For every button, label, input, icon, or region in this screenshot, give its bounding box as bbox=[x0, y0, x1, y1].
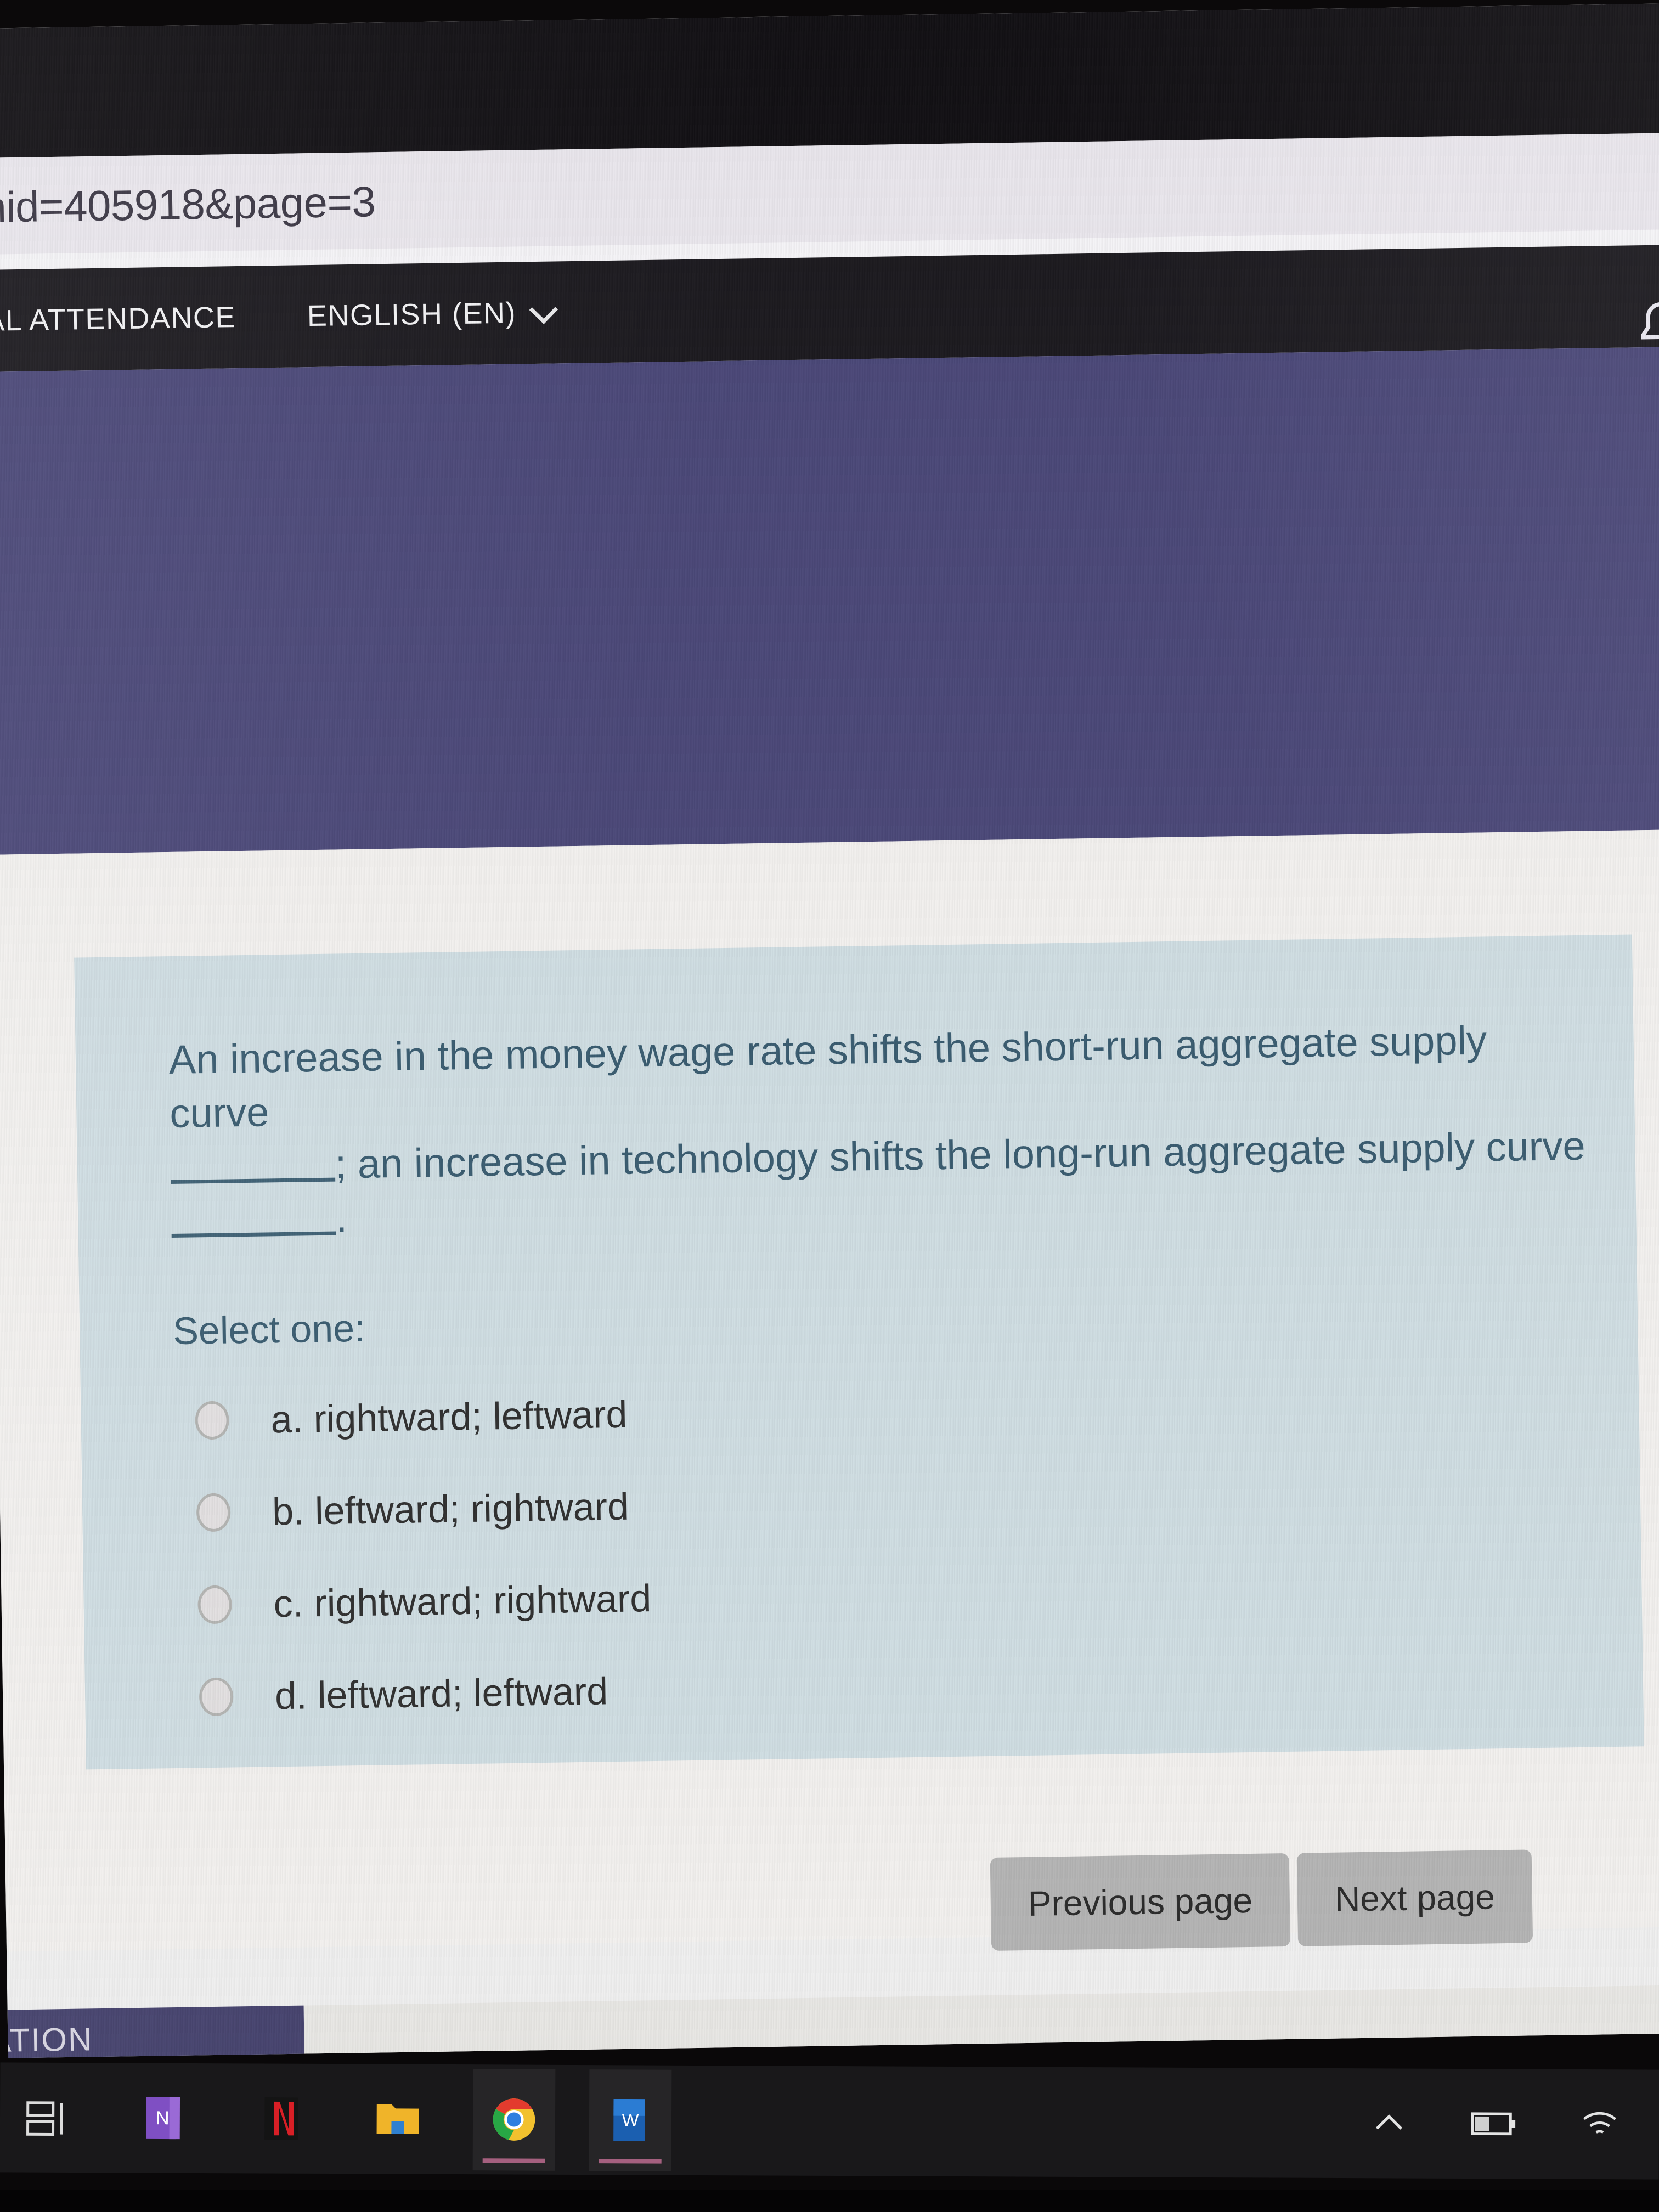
radio-button-c[interactable] bbox=[198, 1585, 233, 1624]
language-menu[interactable]: ENGLISH (EN) bbox=[307, 295, 558, 334]
next-page-button[interactable]: Next page bbox=[1296, 1849, 1533, 1946]
answer-options: a. rightward; leftward b. leftward; righ… bbox=[173, 1353, 1644, 1743]
radio-button-a[interactable] bbox=[195, 1401, 230, 1440]
taskbar-chrome-button[interactable] bbox=[472, 2068, 556, 2171]
chevron-up-icon bbox=[1375, 2114, 1402, 2130]
question-line-3: . bbox=[335, 1195, 348, 1241]
netflix-icon bbox=[264, 2097, 298, 2140]
show-hidden-icons-button[interactable] bbox=[1363, 2097, 1415, 2149]
battery-status-button[interactable] bbox=[1468, 2097, 1521, 2150]
footer-purple-strip: ATION bbox=[7, 2005, 305, 2058]
windows-taskbar: N W bbox=[0, 2062, 1659, 2180]
file-explorer-icon bbox=[376, 2104, 419, 2134]
question-card: An increase in the money wage rate shift… bbox=[74, 934, 1644, 1770]
system-tray bbox=[1363, 2097, 1659, 2151]
answer-blank-1 bbox=[171, 1177, 336, 1184]
taskbar-task-view-button[interactable] bbox=[8, 2067, 91, 2169]
course-header-banner bbox=[0, 346, 1659, 855]
previous-page-button[interactable]: Previous page bbox=[990, 1853, 1291, 1951]
radio-button-b[interactable] bbox=[196, 1493, 231, 1532]
answer-option-a-label: a. rightward; leftward bbox=[270, 1392, 628, 1441]
select-one-label: Select one: bbox=[172, 1306, 366, 1352]
taskbar-onenote-button[interactable]: N bbox=[124, 2067, 207, 2169]
chrome-icon bbox=[493, 2098, 535, 2141]
battery-icon bbox=[1471, 2112, 1516, 2136]
taskbar-file-explorer-button[interactable] bbox=[357, 2068, 439, 2170]
task-view-icon bbox=[26, 2101, 63, 2136]
network-status-button[interactable] bbox=[1573, 2098, 1626, 2151]
screen-surface: mid=405918&page=3 TAL ATTENDANCE ENGLISH… bbox=[0, 3, 1659, 2058]
wifi-icon bbox=[1583, 2112, 1617, 2134]
footer-background bbox=[303, 1984, 1659, 2058]
word-icon: W bbox=[613, 2098, 646, 2141]
taskbar-word-button[interactable]: W bbox=[589, 2069, 672, 2171]
quiz-navigation-buttons: Previous page Next page bbox=[990, 1849, 1533, 1951]
footer-label: ATION bbox=[7, 2021, 93, 2058]
answer-blank-2 bbox=[171, 1231, 336, 1238]
answer-option-c-label: c. rightward; rightward bbox=[273, 1576, 652, 1626]
monitor-bezel-bottom bbox=[0, 2190, 1659, 2212]
onenote-icon: N bbox=[146, 2097, 180, 2140]
answer-option-d-label: d. leftward; leftward bbox=[274, 1669, 608, 1717]
answer-option-b-label: b. leftward; rightward bbox=[272, 1485, 629, 1533]
taskbar-pinned-apps: N W bbox=[0, 2067, 672, 2171]
taskbar-netflix-button[interactable] bbox=[240, 2068, 323, 2170]
site-name-label[interactable]: TAL ATTENDANCE bbox=[0, 300, 236, 338]
svg-text:N: N bbox=[156, 2108, 170, 2129]
svg-text:W: W bbox=[622, 2111, 639, 2130]
language-menu-label: ENGLISH (EN) bbox=[307, 296, 517, 333]
chevron-down-icon bbox=[529, 295, 558, 324]
question-line-1: An increase in the money wage rate shift… bbox=[168, 1017, 1487, 1136]
page-content: An increase in the money wage rate shift… bbox=[0, 829, 1659, 1952]
question-text: An increase in the money wage rate shift… bbox=[168, 1012, 1593, 1248]
browser-tab-strip bbox=[0, 3, 1659, 158]
radio-button-d[interactable] bbox=[199, 1677, 234, 1717]
address-bar-text: mid=405918&page=3 bbox=[0, 177, 376, 232]
photo-of-screen: mid=405918&page=3 TAL ATTENDANCE ENGLISH… bbox=[0, 0, 1659, 2212]
question-line-2: ; an increase in technology shifts the l… bbox=[335, 1123, 1586, 1187]
